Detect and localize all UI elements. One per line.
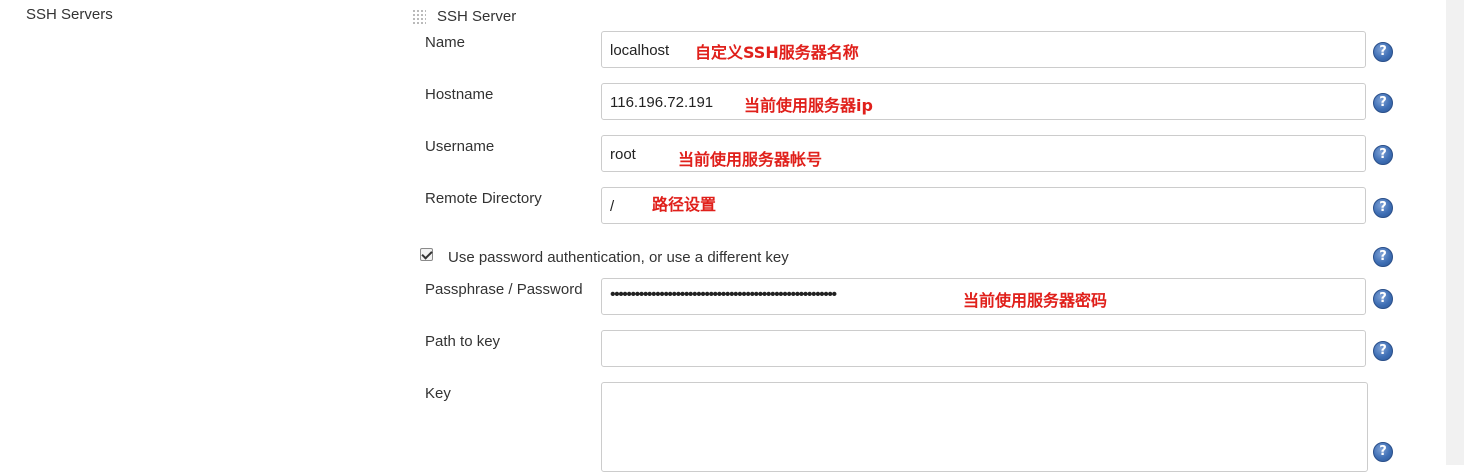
- hostname-input[interactable]: 116.196.72.191: [601, 83, 1366, 120]
- vertical-scrollbar[interactable]: [1446, 0, 1464, 465]
- section-label-ssh-servers: SSH Servers: [26, 6, 113, 23]
- help-icon[interactable]: ?: [1373, 289, 1393, 309]
- name-annotation: 自定义SSH服务器名称: [695, 43, 859, 62]
- passphrase-label: Passphrase / Password: [425, 281, 583, 298]
- use-password-checkbox[interactable]: [420, 248, 433, 261]
- remote-directory-value: /: [610, 198, 615, 215]
- hostname-value: 116.196.72.191: [610, 94, 714, 111]
- passphrase-value: ••••••••••••••••••••••••••••••••••••••••…: [610, 286, 837, 303]
- passphrase-annotation: 当前使用服务器密码: [963, 291, 1108, 310]
- username-label: Username: [425, 138, 495, 155]
- name-value: localhost: [610, 42, 670, 59]
- ssh-server-title: SSH Server: [437, 8, 517, 25]
- remote-directory-annotation: 路径设置: [652, 195, 717, 214]
- help-icon[interactable]: ?: [1373, 341, 1393, 361]
- name-label: Name: [425, 34, 466, 51]
- remote-directory-label: Remote Directory: [425, 190, 542, 207]
- path-to-key-input[interactable]: [601, 330, 1366, 367]
- help-icon[interactable]: ?: [1373, 93, 1393, 113]
- hostname-annotation: 当前使用服务器ip: [744, 96, 873, 115]
- help-icon[interactable]: ?: [1373, 442, 1393, 462]
- hostname-label: Hostname: [425, 86, 494, 103]
- drag-handle-icon[interactable]: [412, 9, 426, 25]
- help-icon[interactable]: ?: [1373, 42, 1393, 62]
- help-icon[interactable]: ?: [1373, 198, 1393, 218]
- key-label: Key: [425, 385, 451, 402]
- key-textarea[interactable]: [601, 382, 1368, 472]
- use-password-label: Use password authentication, or use a di…: [448, 249, 789, 266]
- path-to-key-label: Path to key: [425, 333, 501, 350]
- username-value: root: [610, 146, 636, 163]
- username-annotation: 当前使用服务器帐号: [678, 150, 823, 169]
- help-icon[interactable]: ?: [1373, 145, 1393, 165]
- help-icon[interactable]: ?: [1373, 247, 1393, 267]
